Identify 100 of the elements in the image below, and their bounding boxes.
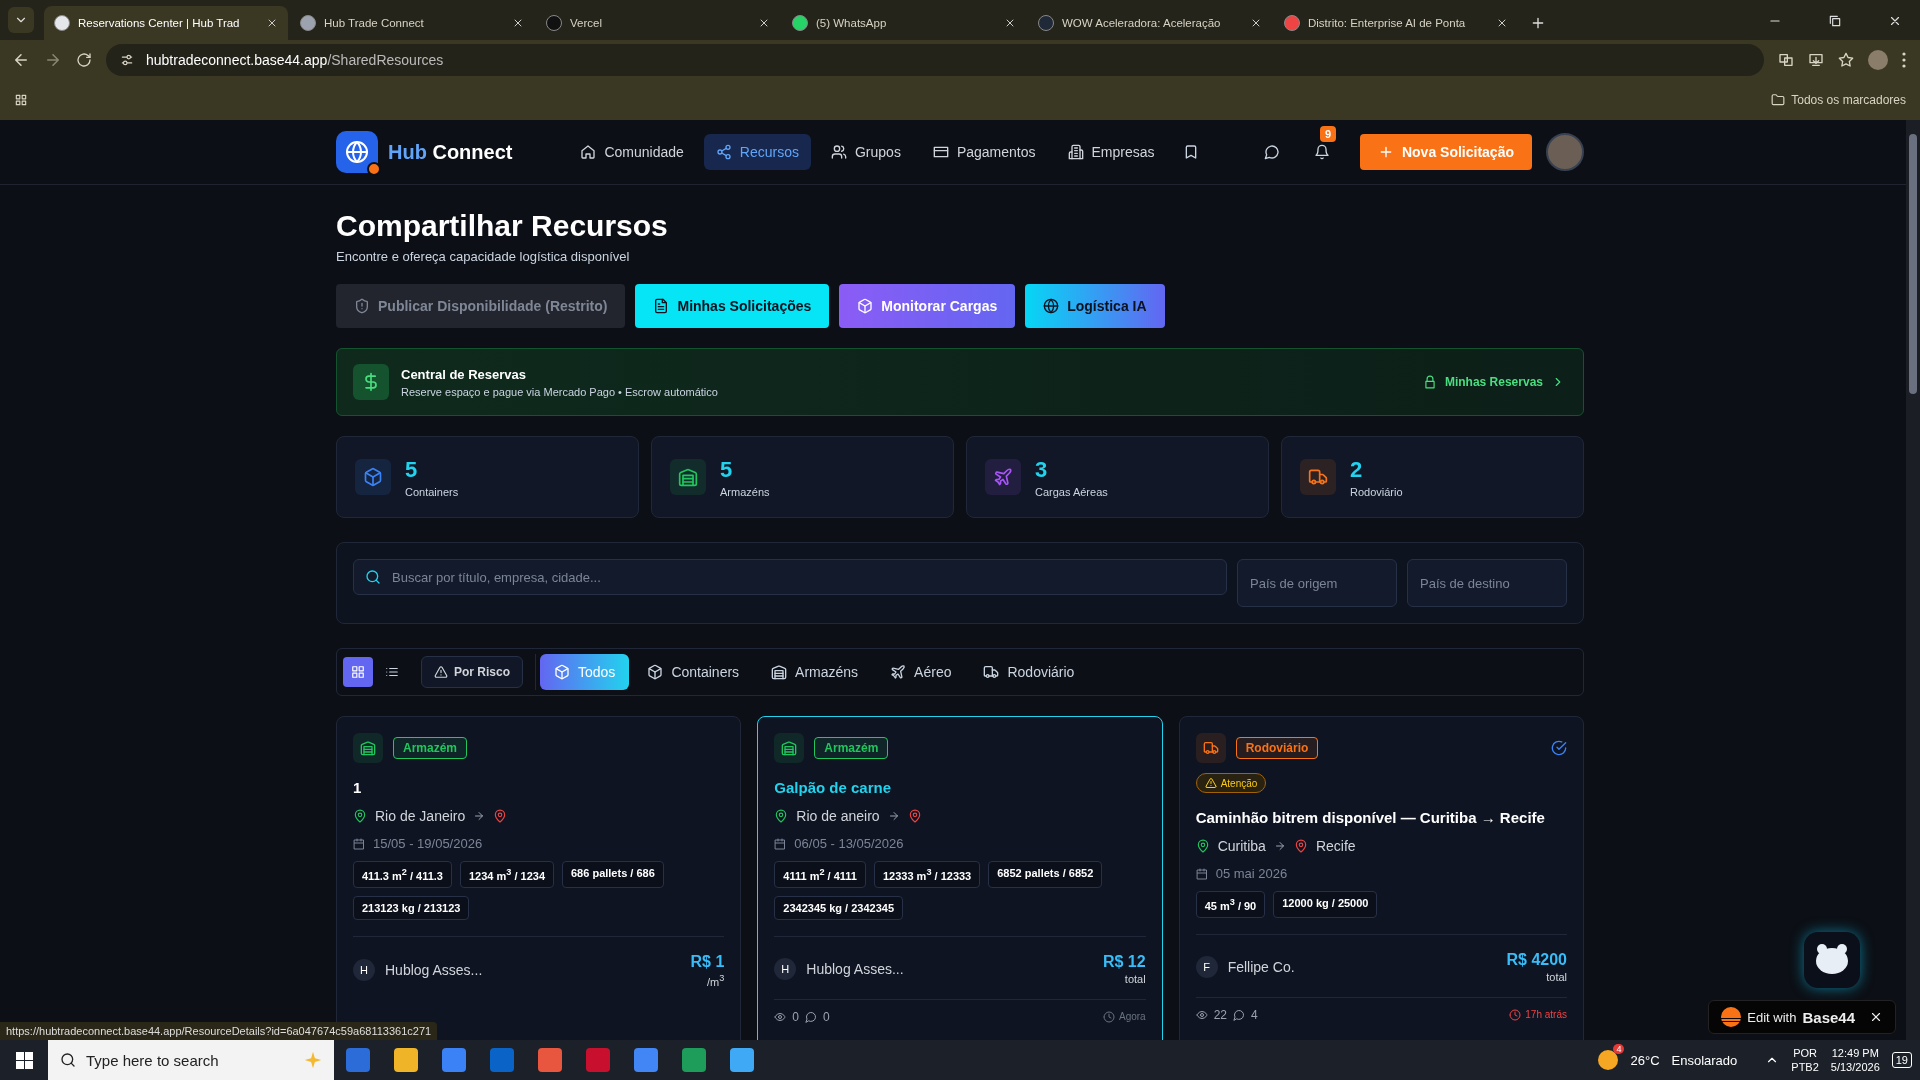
new-tab-icon [1530, 15, 1546, 31]
brand-name[interactable]: Hub Connect [388, 140, 513, 164]
comment-count: 4 [1251, 1007, 1258, 1022]
sunset-logo-icon [1721, 1007, 1742, 1027]
taskbar-app-icon[interactable] [346, 1048, 370, 1072]
notification-count[interactable]: 19 [1891, 1052, 1912, 1068]
bookmarks-folder[interactable]: Todos os marcadores [1771, 93, 1906, 107]
destination-country-field[interactable]: País de destino [1407, 559, 1567, 607]
tab-search-button[interactable] [8, 7, 34, 33]
search-field[interactable]: Buscar por título, empresa, cidade... [353, 559, 1227, 595]
nav-link[interactable]: Recursos [703, 134, 811, 170]
temperature[interactable]: 26°C [1630, 1052, 1660, 1068]
scrollbar-thumb[interactable] [1909, 134, 1917, 394]
eye-icon [1195, 1008, 1208, 1021]
nav-link[interactable]: Empresas [1055, 134, 1167, 170]
page-subtitle: Encontre e ofereça capacidade logística disponível [336, 249, 631, 264]
favicon-icon [54, 15, 70, 31]
price: R$ 12 [1102, 952, 1146, 971]
category-tab[interactable]: Containers [633, 654, 754, 690]
taskbar-app-icon[interactable] [586, 1048, 610, 1072]
building-icon [1067, 144, 1084, 160]
nav-link[interactable]: Pagamentos [920, 134, 1048, 170]
risk-filter-button[interactable]: Por Risco [421, 656, 523, 688]
category-tab[interactable]: Armazéns [757, 654, 873, 690]
list-icon [385, 665, 399, 679]
comment-count: 0 [823, 1009, 830, 1024]
action-button[interactable]: Minhas Solicitações [635, 284, 830, 328]
apps-grid-icon [14, 93, 28, 107]
date-range: 05 mai 2026 [1215, 866, 1288, 881]
browser-tab[interactable]: Distrito: Enterprise AI de Ponta [1274, 6, 1518, 40]
edit-with-base44-badge[interactable]: Edit with Base44 [1708, 1000, 1896, 1034]
taskbar-app-icon[interactable] [730, 1048, 754, 1072]
taskbar-app-icon[interactable] [682, 1048, 706, 1072]
resource-card[interactable]: Rodoviário Atenção Caminhão bitrem disponível — Curitiba → Recife Curitiba Recife 05 mai 2026 45 m$^{3}$ / 90 12000 kg / 25000 F Fellipe Co. R$ 4200 total 22 4 17h atrás [1178, 716, 1584, 1040]
category-tab[interactable]: Rodoviário [969, 654, 1089, 690]
map-pin-icon [1293, 839, 1308, 853]
company-initial: H [353, 959, 375, 981]
capacity-tag: 2342345 kg / 2342345 [774, 895, 904, 920]
close-icon [512, 17, 524, 29]
company-initial: H [774, 957, 797, 980]
type-tag: Rodoviário [1235, 737, 1319, 759]
weather-badge: 4 [1613, 1044, 1625, 1054]
warning-icon [1204, 777, 1217, 789]
close-icon [1250, 17, 1262, 29]
bear-mascot-drawing[interactable] [1804, 932, 1860, 988]
origin-country-field[interactable]: País de origem [1237, 559, 1397, 607]
forward-icon [44, 51, 62, 69]
type-tag: Armazém [814, 737, 889, 759]
shield-icon [354, 298, 370, 314]
resource-card[interactable]: Armazém Galpão de carne Rio de aneiro 06/05 - 13/05/2026 4111 m$^{2}$ / 4111 12333 m$^{3}$ / 12333 6852 pallets / 6852 2342345 kg / 2342345 H Hublog Asses... R$ 12 total 0 0 Agora [757, 716, 1163, 1040]
capacity-tag: 1234 m$^{3}$ / 1234 [459, 861, 554, 888]
taskbar-app-icon[interactable] [538, 1048, 562, 1072]
taskbar-search-field[interactable]: Type here to search [48, 1040, 334, 1080]
price: R$ 1 [690, 952, 725, 971]
browser-tab[interactable]: Vercel [536, 6, 780, 40]
favicon-icon [546, 15, 562, 31]
restore-icon [1828, 14, 1842, 28]
browser-tab[interactable]: WOW Aceleradora: Aceleração [1028, 6, 1272, 40]
profile-avatar[interactable] [1868, 50, 1888, 70]
nav-link[interactable]: Comunidade [568, 134, 696, 170]
globe-icon [1043, 298, 1060, 314]
stat-value: 5 [720, 456, 734, 483]
browser-tab[interactable]: (5) WhatsApp [782, 6, 1026, 40]
my-reservations-link[interactable]: Minhas Reservas [1422, 375, 1565, 389]
stat-value: 2 [1350, 456, 1364, 483]
address-bar[interactable]: hubtradeconnect.base44.app/SharedResources [106, 44, 1764, 76]
calendar-icon [1195, 867, 1208, 880]
arrow-right-icon [1273, 840, 1286, 852]
capacity-tag: 213123 kg / 213123 [353, 895, 470, 920]
share-icon [715, 144, 732, 160]
action-button[interactable]: Monitorar Cargas [839, 284, 1016, 328]
back-icon [12, 51, 30, 69]
taskbar-app-icon[interactable] [634, 1048, 658, 1072]
taskbar-app-icon[interactable] [490, 1048, 514, 1072]
action-button[interactable]: Logística IA [1025, 284, 1165, 328]
browser-tab[interactable]: Reservations Center | Hub Trad [44, 6, 288, 40]
close-icon [266, 17, 278, 29]
weather-sun-icon[interactable] [1598, 1050, 1619, 1070]
browser-tab[interactable]: Hub Trade Connect [290, 6, 534, 40]
grid-view-button[interactable] [343, 657, 373, 687]
grid-icon [351, 665, 365, 679]
globe-logo-icon[interactable] [336, 131, 378, 173]
taskbar-clock[interactable]: 12:49 PM 5/13/2026 [1830, 1045, 1880, 1075]
globe-icon [345, 140, 369, 164]
stat-label: Rodoviário [1350, 485, 1403, 498]
nav-link[interactable]: Grupos [819, 134, 913, 170]
warehouse-icon [771, 664, 788, 680]
weather-text[interactable]: Ensolarado [1671, 1052, 1738, 1068]
clock-icon [1102, 1010, 1115, 1023]
menu-icon[interactable] [1902, 52, 1906, 68]
user-avatar[interactable] [1546, 133, 1584, 171]
sparkle-icon [304, 1051, 322, 1069]
warning-icon [434, 665, 448, 679]
category-tab[interactable]: Aéreo [876, 654, 966, 690]
taskbar-app-icon[interactable] [394, 1048, 418, 1072]
eye-icon [774, 1010, 787, 1023]
taskbar-app-icon[interactable] [442, 1048, 466, 1072]
keyboard-language[interactable]: POR PTB2 [1791, 1045, 1819, 1075]
company-name: Hublog Asses... [385, 962, 483, 978]
box-icon [647, 664, 664, 680]
